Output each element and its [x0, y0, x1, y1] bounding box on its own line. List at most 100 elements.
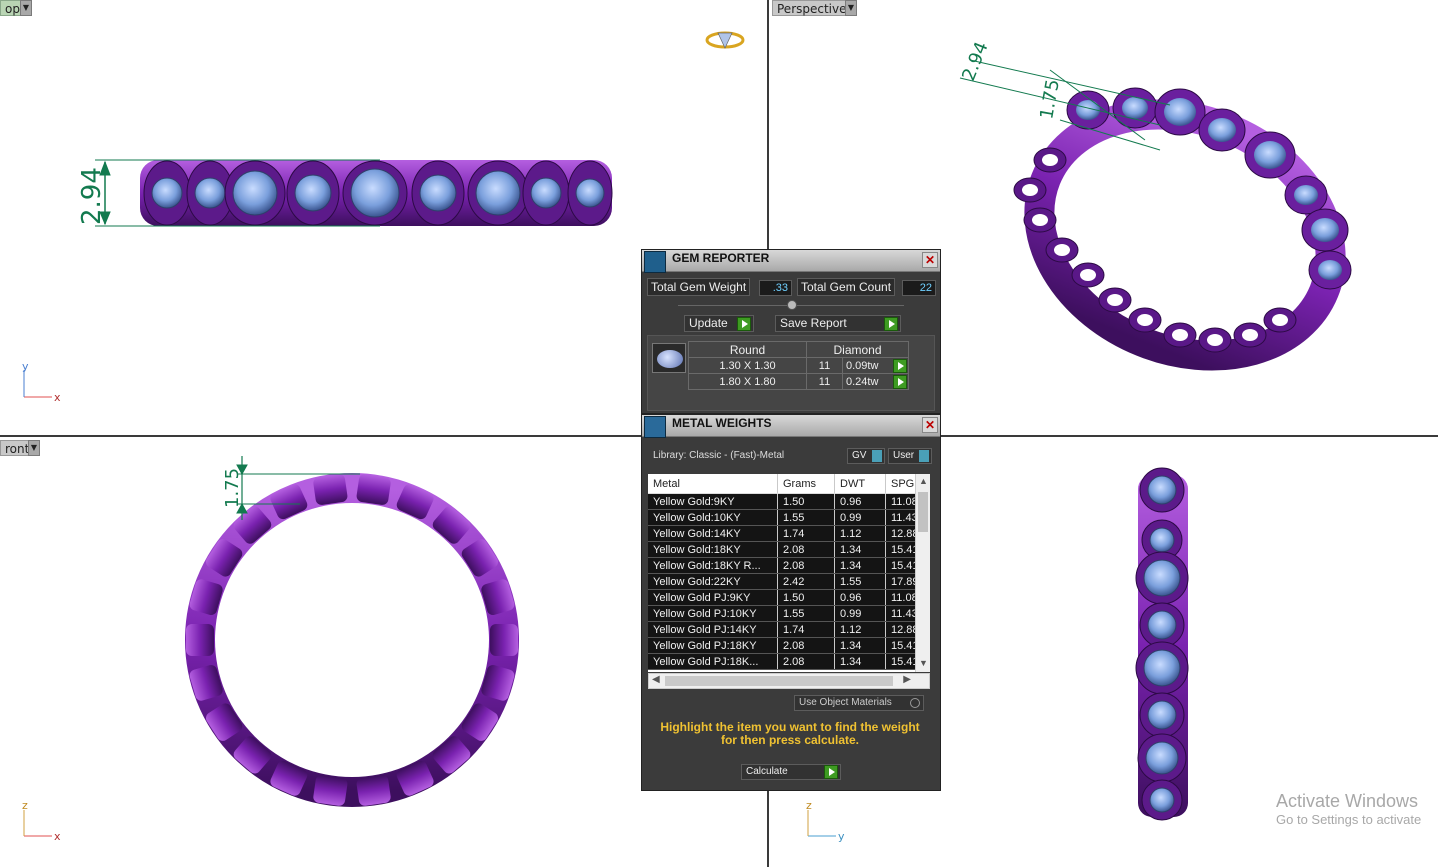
activate-windows-watermark: Activate Windows Go to Settings to activ…: [1276, 791, 1421, 827]
metal-cell: 2.08: [778, 638, 835, 653]
persp-dimension-height: 1.75: [1036, 78, 1064, 121]
metal-row[interactable]: Yellow Gold PJ:18KY 2.08 1.34 15.41: [648, 638, 930, 654]
bezel-hole: [1137, 314, 1153, 326]
metal-cell: Yellow Gold PJ:10KY: [648, 606, 778, 621]
gem-row[interactable]: 1.30 X 1.30 11 0.09tw: [688, 357, 909, 374]
persp-dimension-width: 2.94: [958, 39, 992, 84]
scroll-down-icon[interactable]: ▼: [919, 658, 928, 668]
metal-cell: Yellow Gold PJ:14KY: [648, 622, 778, 637]
bezel-hole: [1042, 154, 1058, 166]
user-toggle[interactable]: User: [888, 448, 932, 464]
viewport-menu-perspective[interactable]: ▼: [845, 0, 857, 16]
axis-gizmo-top: [23, 370, 52, 398]
metal-row[interactable]: Yellow Gold:14KY 1.74 1.12 12.88: [648, 526, 930, 542]
calculate-hint: Highlight the item you want to find the …: [660, 720, 920, 747]
metal-weights-close-button[interactable]: ✕: [922, 417, 938, 433]
metal-cell: 0.99: [835, 606, 886, 621]
metal-row[interactable]: Yellow Gold PJ:10KY 1.55 0.99 11.43: [648, 606, 930, 622]
gem-stone: [1143, 559, 1181, 597]
calculate-go-icon: [824, 765, 838, 779]
front-view-ring[interactable]: [185, 473, 519, 807]
metal-cell: Yellow Gold:18KY R...: [648, 558, 778, 573]
total-gem-weight-value: .33: [759, 280, 792, 296]
metal-cell: 2.08: [778, 542, 835, 557]
metal-cell: 1.55: [778, 606, 835, 621]
metal-row[interactable]: Yellow Gold:9KY 1.50 0.96 11.08: [648, 494, 930, 510]
gem-stone: [575, 178, 605, 208]
hscroll-thumb[interactable]: [665, 676, 893, 686]
scroll-left-icon[interactable]: ◀: [652, 674, 660, 685]
metal-cell: 1.12: [835, 622, 886, 637]
viewport-menu-front[interactable]: ▼: [28, 440, 40, 456]
metal-table[interactable]: Metal Grams DWT SPG Yellow Gold:9KY 1.50 0…: [648, 474, 930, 672]
gem-stone: [1318, 260, 1342, 280]
metal-row[interactable]: Yellow Gold:22KY 2.42 1.55 17.89: [648, 574, 930, 590]
metal-cell: 2.42: [778, 574, 835, 589]
gem-stone: [1143, 649, 1181, 687]
user-info-icon: [919, 450, 929, 462]
top-dimension-value: 2.94: [77, 167, 107, 225]
metal-table-vscroll[interactable]: ▲ ▼: [915, 474, 930, 672]
top-view-ring[interactable]: [140, 160, 613, 226]
update-button[interactable]: Update: [684, 315, 754, 332]
gem-reporter-title-bar[interactable]: GEM REPORTER ✕: [642, 250, 940, 273]
metal-weights-title-bar[interactable]: METAL WEIGHTS ✕: [642, 415, 940, 438]
metal-row[interactable]: Yellow Gold PJ:9KY 1.50 0.96 11.08: [648, 590, 930, 606]
gem-stone: [350, 168, 400, 218]
scroll-right-icon[interactable]: ▶: [903, 674, 911, 685]
update-go-icon: [737, 317, 751, 331]
axis-x-label-front: x: [54, 830, 61, 843]
gem-stone: [530, 177, 562, 209]
metal-row[interactable]: Yellow Gold:10KY 1.55 0.99 11.43: [648, 510, 930, 526]
metal-cell: Yellow Gold:9KY: [648, 494, 778, 509]
metal-cell: 1.34: [835, 654, 886, 669]
bezel-hole: [1022, 184, 1038, 196]
ring-thumbnail-icon[interactable]: [705, 31, 745, 49]
gem-row[interactable]: 1.80 X 1.80 11 0.24tw: [688, 373, 909, 390]
axis-z-label-front: z: [22, 799, 28, 812]
viewport-menu-top[interactable]: ▼: [20, 0, 32, 16]
gem-material-header: Diamond: [806, 341, 909, 358]
perspective-ring[interactable]: [1003, 72, 1367, 398]
axis-y-label-side: y: [838, 830, 845, 843]
metal-cell: 1.12: [835, 526, 886, 541]
gem-stone: [1311, 218, 1339, 242]
viewport-label-perspective[interactable]: Perspective: [772, 0, 852, 16]
gem-stone: [1164, 98, 1196, 126]
metal-cell: Yellow Gold:22KY: [648, 574, 778, 589]
metal-row[interactable]: Yellow Gold:18KY 2.08 1.34 15.41: [648, 542, 930, 558]
gem-stone: [1122, 97, 1148, 119]
use-object-materials-toggle[interactable]: Use Object Materials: [794, 695, 924, 711]
axis-y-label: y: [22, 360, 29, 373]
col-grams[interactable]: Grams: [778, 474, 835, 493]
gem-row-2-go-icon[interactable]: [893, 375, 907, 389]
metal-row[interactable]: Yellow Gold PJ:14KY 1.74 1.12 12.88: [648, 622, 930, 638]
metal-cell: Yellow Gold PJ:18K...: [648, 654, 778, 669]
metal-table-hscroll[interactable]: ◀ ▶: [648, 673, 930, 689]
col-metal[interactable]: Metal: [648, 474, 778, 493]
metal-row[interactable]: Yellow Gold:18KY R... 2.08 1.34 15.41: [648, 558, 930, 574]
bezel-hole: [1107, 294, 1123, 306]
gem-reporter-close-button[interactable]: ✕: [922, 252, 938, 268]
save-report-button[interactable]: Save Report: [775, 315, 901, 332]
metal-cell: 2.08: [778, 654, 835, 669]
vscroll-thumb[interactable]: [918, 492, 928, 532]
bezel-hole: [1032, 214, 1048, 226]
gv-toggle[interactable]: GV: [847, 448, 885, 464]
calculate-button[interactable]: Calculate: [741, 764, 841, 780]
gem-reporter-panel: GEM REPORTER ✕ Total Gem Weight .33 Tota…: [641, 249, 941, 414]
metal-cell: 1.74: [778, 622, 835, 637]
metal-cell: 1.34: [835, 542, 886, 557]
watermark-line-2: Go to Settings to activate: [1276, 812, 1422, 827]
metal-cell: 1.34: [835, 638, 886, 653]
col-dwt[interactable]: DWT: [835, 474, 886, 493]
bezel-cup: [313, 474, 348, 505]
total-gem-weight-label: Total Gem Weight: [647, 278, 751, 296]
gem-row-1-go-icon[interactable]: [893, 359, 907, 373]
collapse-handle[interactable]: [787, 300, 797, 310]
bezel-hole: [1242, 329, 1258, 341]
gem-stone: [1147, 475, 1177, 505]
metal-row[interactable]: Yellow Gold PJ:18K... 2.08 1.34 15.41: [648, 654, 930, 670]
scroll-up-icon[interactable]: ▲: [919, 476, 928, 486]
side-view-ring[interactable]: [1135, 467, 1189, 821]
